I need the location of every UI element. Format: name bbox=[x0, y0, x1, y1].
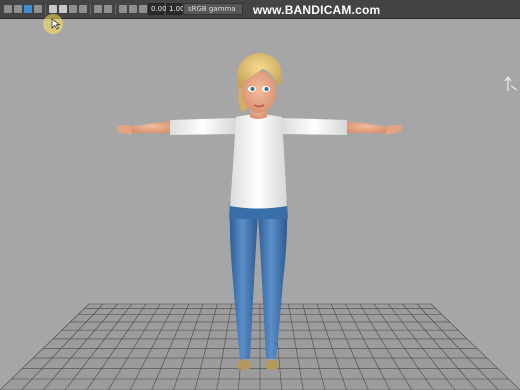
maya-app: 0.00 1.00 sRGB gamma www.BANDICAM.com bbox=[0, 0, 520, 390]
perspective-viewport[interactable] bbox=[0, 19, 520, 390]
isolate-select-icon[interactable] bbox=[119, 5, 127, 13]
bookmark-icon[interactable] bbox=[24, 5, 32, 13]
gamma-field[interactable]: 1.00 bbox=[166, 3, 185, 15]
shirt-torso bbox=[230, 114, 287, 209]
toolbar-divider bbox=[90, 4, 91, 15]
mouse-cursor-icon bbox=[51, 18, 61, 30]
exposure-value: 0.00 bbox=[151, 5, 167, 13]
left-hand bbox=[117, 125, 132, 135]
shadows-icon[interactable] bbox=[94, 5, 102, 13]
exposure-icon[interactable] bbox=[139, 5, 147, 13]
left-leg bbox=[229, 205, 258, 359]
lighting-icon[interactable] bbox=[79, 5, 87, 13]
view-axis-icon bbox=[504, 75, 518, 91]
left-sleeve bbox=[170, 118, 236, 135]
viewport-toolbar: 0.00 1.00 sRGB gamma www.BANDICAM.com bbox=[0, 0, 520, 19]
left-forearm bbox=[130, 121, 174, 133]
toolbar-divider bbox=[115, 4, 116, 15]
right-hand bbox=[386, 125, 402, 135]
textured-icon[interactable] bbox=[69, 5, 77, 13]
color-space-select[interactable]: sRGB gamma bbox=[183, 3, 243, 15]
right-shoe bbox=[265, 360, 279, 370]
recording-watermark: www.BANDICAM.com bbox=[253, 3, 381, 17]
exposure-field[interactable]: 0.00 bbox=[148, 3, 167, 15]
color-space-label: sRGB gamma bbox=[188, 5, 236, 13]
xray-icon[interactable] bbox=[129, 5, 137, 13]
toolbar-divider bbox=[45, 4, 46, 15]
image-plane-icon[interactable] bbox=[34, 5, 42, 13]
smooth-shade-icon[interactable] bbox=[59, 5, 67, 13]
select-camera-icon[interactable] bbox=[4, 5, 12, 13]
left-shoe bbox=[237, 360, 251, 370]
character-model[interactable] bbox=[0, 19, 520, 390]
wireframe-icon[interactable] bbox=[49, 5, 57, 13]
right-sleeve bbox=[282, 118, 347, 135]
ambient-occlusion-icon[interactable] bbox=[104, 5, 112, 13]
camera-attributes-icon[interactable] bbox=[14, 5, 22, 13]
right-leg bbox=[258, 205, 288, 359]
right-forearm bbox=[344, 121, 388, 133]
